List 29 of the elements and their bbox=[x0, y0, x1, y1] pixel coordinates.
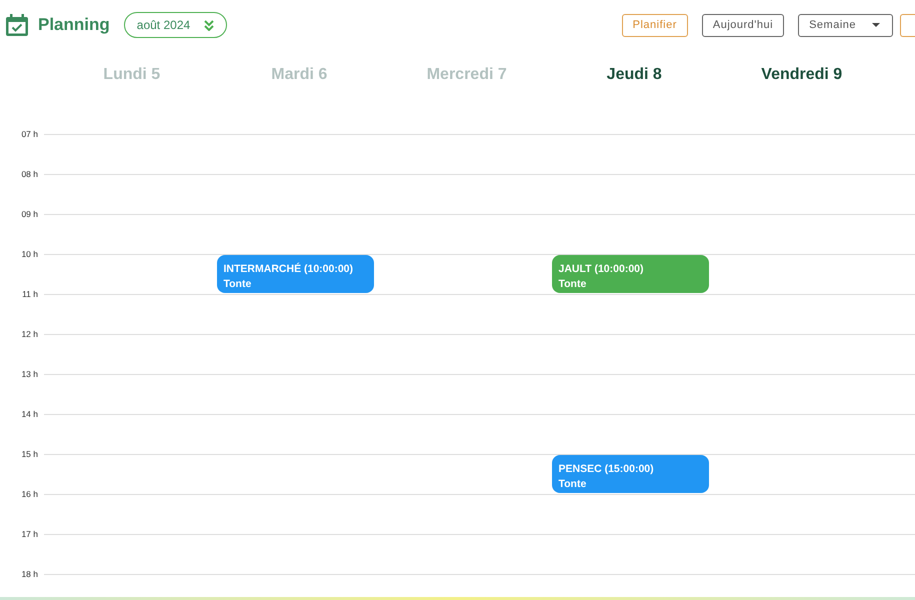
plan-button[interactable]: Planifier bbox=[622, 14, 688, 36]
view-dropdown[interactable]: Semaine bbox=[798, 14, 893, 36]
hour-label: 16 h bbox=[20, 488, 38, 501]
hour-label: 14 h bbox=[20, 408, 38, 421]
day-heading: Vendredi 9 bbox=[760, 65, 844, 85]
hour-label: 11 h bbox=[21, 288, 38, 301]
day-heading: Mercredi 7 bbox=[426, 65, 508, 85]
hour-label: 17 h bbox=[20, 528, 38, 541]
page-title: Planning bbox=[38, 14, 110, 36]
partial-button[interactable] bbox=[900, 14, 915, 36]
calendar-event[interactable]: PENSEC (15:00:00) Tonte bbox=[552, 455, 708, 493]
calendar-check-icon bbox=[5, 13, 29, 37]
hour-label: 12 h bbox=[20, 328, 38, 341]
caret-icon bbox=[872, 22, 880, 28]
calendar-event[interactable]: JAULT (10:00:00) Tonte bbox=[552, 255, 708, 293]
today-button[interactable]: Aujourd'hui bbox=[702, 14, 784, 36]
hour-label: 18 h bbox=[20, 568, 38, 581]
hour-label: 13 h bbox=[20, 368, 38, 381]
hour-label: 09 h bbox=[20, 208, 38, 221]
month-picker[interactable]: août 2024 bbox=[124, 12, 228, 38]
hour-label: 15 h bbox=[20, 448, 38, 461]
day-heading: Jeudi 8 bbox=[606, 65, 663, 85]
hour-label: 10 h bbox=[20, 248, 38, 261]
day-heading: Lundi 5 bbox=[102, 65, 162, 85]
day-heading: Mardi 6 bbox=[270, 65, 328, 85]
hour-label: 07 h bbox=[20, 128, 38, 141]
calendar-event[interactable]: INTERMARCHÉ (10:00:00) Tonte bbox=[216, 255, 374, 293]
hour-label: 08 h bbox=[20, 168, 38, 181]
double-chevron-icon bbox=[204, 20, 214, 30]
